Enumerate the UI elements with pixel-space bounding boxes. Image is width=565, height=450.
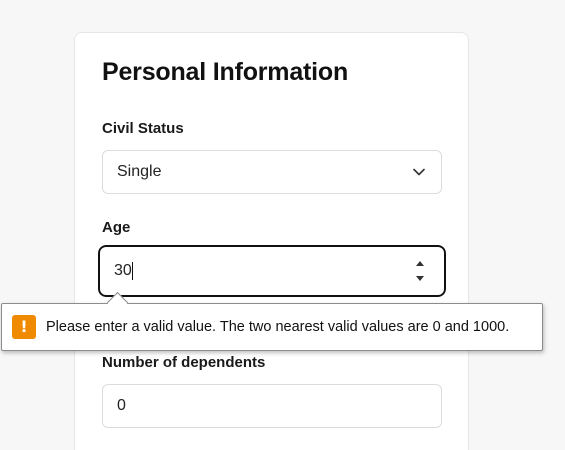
civil-status-label: Civil Status [102, 120, 184, 137]
age-label: Age [102, 219, 131, 236]
warning-icon: ! [12, 315, 36, 339]
page-title: Personal Information [102, 58, 349, 86]
spin-up-icon[interactable] [416, 261, 424, 266]
dependents-input[interactable]: 0 [102, 384, 442, 428]
validation-tooltip: ! Please enter a valid value. The two ne… [1, 291, 543, 351]
age-value: 30 [114, 261, 133, 280]
dependents-value: 0 [117, 397, 126, 414]
civil-status-select[interactable]: Single [102, 150, 442, 194]
dependents-label: Number of dependents [102, 354, 266, 371]
spin-down-icon[interactable] [416, 276, 424, 281]
chevron-down-icon [413, 168, 425, 176]
number-spinner[interactable] [414, 261, 426, 281]
validation-message: Please enter a valid value. The two near… [46, 319, 510, 335]
age-input[interactable]: 30 [97, 244, 447, 298]
text-caret [131, 261, 133, 280]
page: Personal Information Civil Status Single… [0, 0, 565, 450]
civil-status-value: Single [117, 163, 162, 180]
